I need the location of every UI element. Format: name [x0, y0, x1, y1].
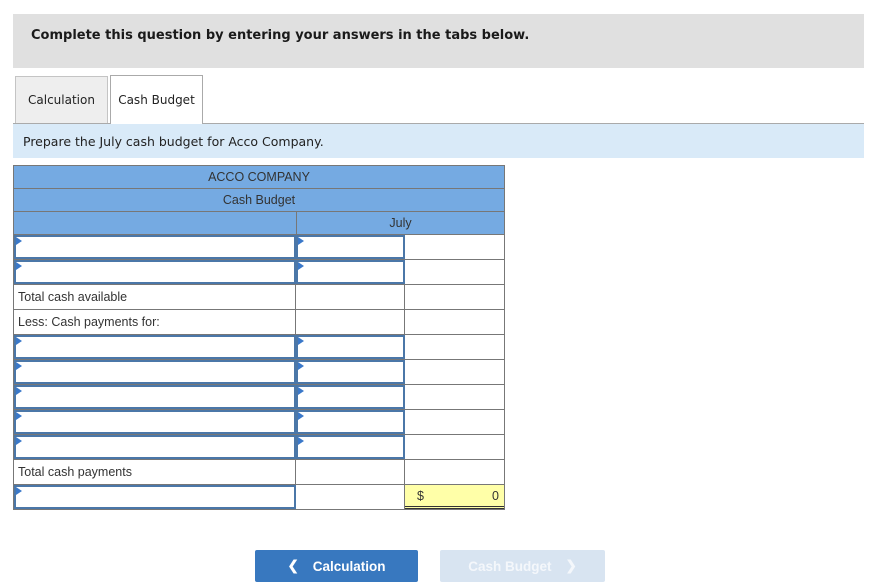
row-label: Total cash available: [14, 285, 296, 309]
label-input[interactable]: [14, 335, 296, 359]
table-row-less-payments: Less: Cash payments for:: [13, 310, 505, 335]
tab-bar: Calculation Cash Budget: [13, 75, 864, 124]
total-cell: [405, 335, 504, 359]
label-input[interactable]: [14, 260, 296, 284]
banner-text: Complete this question by entering your …: [31, 28, 530, 43]
table-row: [13, 385, 505, 410]
amount-input[interactable]: [296, 335, 405, 359]
total-cell: [405, 360, 504, 384]
amount-cell: [296, 460, 405, 484]
column-header-row: July: [13, 211, 505, 235]
tab-calculation[interactable]: Calculation: [15, 76, 108, 123]
instruction-text: Prepare the July cash budget for Acco Co…: [23, 134, 324, 149]
amount-cell: [296, 485, 405, 509]
label-input[interactable]: [14, 410, 296, 434]
column-header-july: July: [389, 216, 412, 230]
chevron-right-icon: ❯: [565, 558, 577, 573]
total-cell: [405, 460, 504, 484]
cash-budget-worksheet: ACCO COMPANY Cash Budget July Total cash…: [13, 165, 505, 510]
tab-cash-budget[interactable]: Cash Budget: [110, 75, 203, 124]
total-cell: [405, 410, 504, 434]
amount-input[interactable]: [296, 435, 405, 459]
amount-input[interactable]: [296, 235, 405, 259]
prev-tab-button[interactable]: ❮ Calculation: [255, 550, 418, 582]
label-input[interactable]: [14, 360, 296, 384]
label-input[interactable]: [14, 485, 296, 509]
amount-input[interactable]: [296, 260, 405, 284]
computed-total-cell: $ 0: [405, 485, 504, 509]
company-name: ACCO COMPANY: [13, 165, 505, 188]
table-row: [13, 335, 505, 360]
table-row-ending-balance: $ 0: [13, 485, 505, 510]
amount-cell: [296, 285, 405, 309]
table-row: [13, 235, 505, 260]
total-cell: [405, 435, 504, 459]
table-row: [13, 260, 505, 285]
instruction-bar: Prepare the July cash budget for Acco Co…: [13, 124, 864, 158]
amount-input[interactable]: [296, 410, 405, 434]
table-row: [13, 360, 505, 385]
table-row-total-cash-payments: Total cash payments: [13, 460, 505, 485]
total-cell: [405, 310, 504, 334]
table-row: [13, 435, 505, 460]
row-label: Total cash payments: [14, 460, 296, 484]
table-row: [13, 410, 505, 435]
label-input[interactable]: [14, 385, 296, 409]
next-tab-label: Cash Budget: [468, 558, 552, 574]
amount-cell: [296, 310, 405, 334]
computed-total-value: 0: [492, 488, 499, 503]
instructions-banner: Complete this question by entering your …: [13, 14, 864, 68]
table-row-total-cash-available: Total cash available: [13, 285, 505, 310]
currency-symbol: $: [417, 488, 424, 503]
prev-tab-label: Calculation: [312, 558, 386, 574]
total-cell: [405, 260, 504, 284]
amount-input[interactable]: [296, 360, 405, 384]
total-cell: [405, 285, 504, 309]
header-blank: [14, 212, 297, 234]
label-input[interactable]: [14, 235, 296, 259]
chevron-left-icon: ❮: [287, 558, 299, 573]
row-label: Less: Cash payments for:: [14, 310, 296, 334]
label-input[interactable]: [14, 435, 296, 459]
next-tab-button[interactable]: Cash Budget ❯: [440, 550, 605, 582]
total-cell: [405, 385, 504, 409]
worksheet-title: Cash Budget: [13, 188, 505, 211]
total-cell: [405, 235, 504, 259]
amount-input[interactable]: [296, 385, 405, 409]
